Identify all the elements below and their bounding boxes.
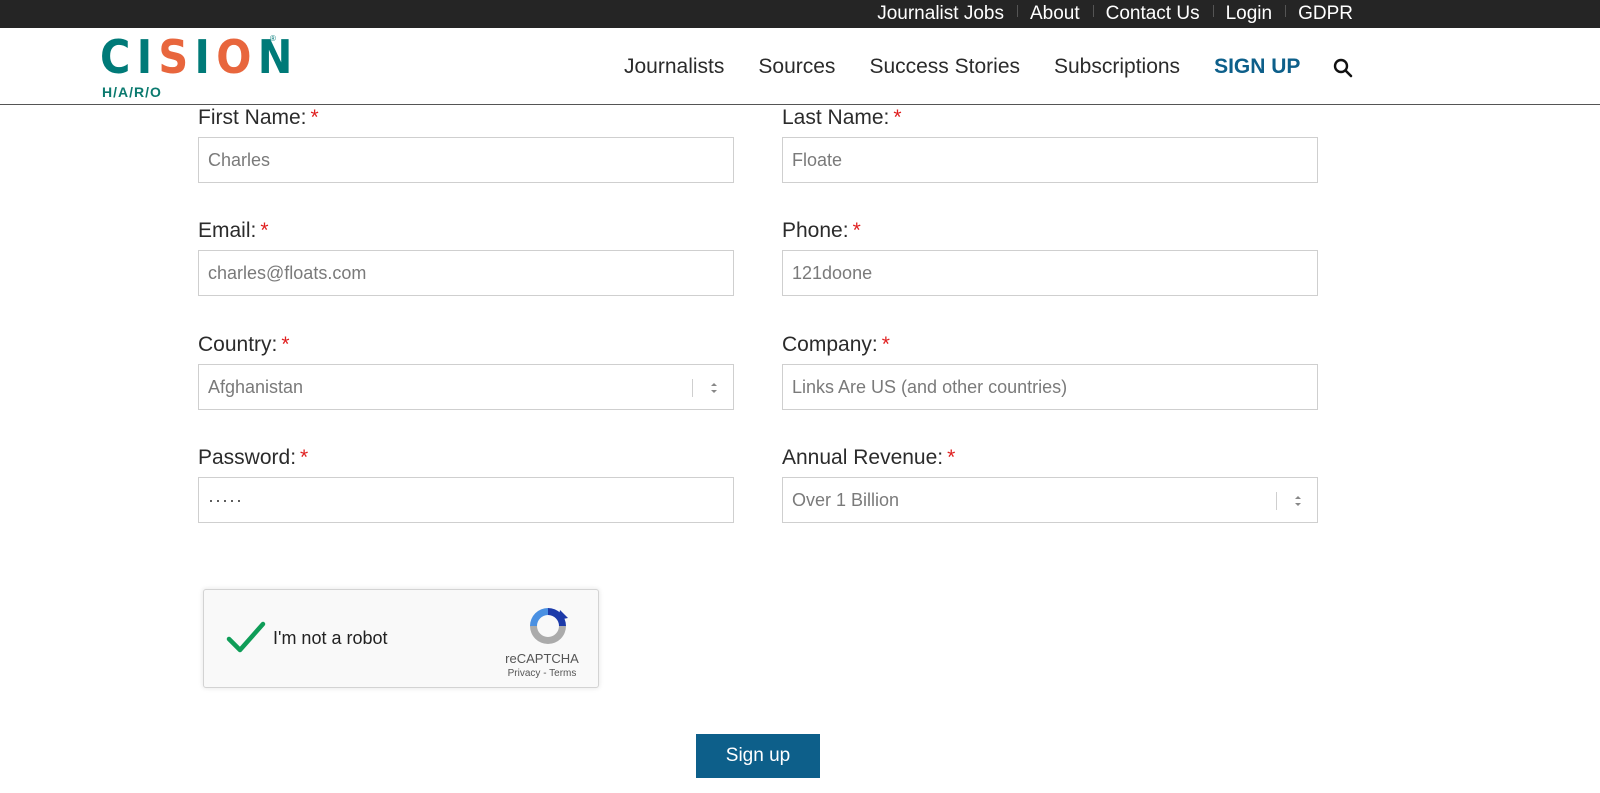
required-mark: * bbox=[300, 446, 309, 469]
cision-haro-logo[interactable]: CISION ® H/A/R/O bbox=[100, 32, 292, 102]
required-mark: * bbox=[881, 333, 890, 356]
company-label-text: Company: bbox=[782, 333, 878, 356]
required-mark: * bbox=[852, 219, 861, 242]
company-value: Links Are US (and other countries) bbox=[792, 376, 1068, 397]
email-value: charles@floats.com bbox=[208, 262, 367, 283]
recaptcha-privacy-terms[interactable]: Privacy - Terms bbox=[500, 668, 584, 679]
nav-item-sources[interactable]: Sources bbox=[758, 55, 835, 79]
logo-wordmark: CISION bbox=[100, 30, 299, 84]
select-arrows-icon bbox=[709, 379, 719, 397]
required-mark: * bbox=[310, 106, 319, 129]
first-name-label-text: First Name: bbox=[198, 106, 307, 129]
first-name-input[interactable]: Charles bbox=[198, 137, 734, 183]
checkmark-icon[interactable] bbox=[226, 620, 266, 656]
email-label-text: Email: bbox=[198, 219, 257, 242]
country-value: Afghanistan bbox=[208, 376, 304, 397]
phone-label-text: Phone: bbox=[782, 219, 849, 242]
sign-up-button[interactable]: Sign up bbox=[696, 734, 820, 778]
email-field[interactable]: charles@floats.com bbox=[198, 250, 734, 296]
logo-registered-mark: ® bbox=[270, 34, 276, 43]
last-name-label-text: Last Name: bbox=[782, 106, 890, 129]
last-name-label: Last Name: * bbox=[782, 106, 902, 130]
recaptcha-label: I'm not a robot bbox=[273, 628, 388, 648]
select-divider bbox=[692, 379, 693, 397]
topbar-link-contact-us[interactable]: Contact Us bbox=[1092, 0, 1213, 28]
country-select[interactable]: Afghanistan bbox=[198, 364, 734, 410]
password-field[interactable]: ····· bbox=[198, 477, 734, 523]
select-divider bbox=[1276, 492, 1277, 510]
email-label: Email: * bbox=[198, 219, 269, 243]
nav-item-success-stories[interactable]: Success Stories bbox=[869, 55, 1020, 79]
country-label-text: Country: bbox=[198, 333, 278, 356]
last-name-value: Floate bbox=[792, 149, 843, 170]
recaptcha-brand: reCAPTCHA bbox=[505, 651, 579, 666]
last-name-input[interactable]: Floate bbox=[782, 137, 1318, 183]
logo-subbrand: H/A/R/O bbox=[102, 84, 162, 100]
required-mark: * bbox=[260, 219, 269, 242]
recaptcha-logo-icon bbox=[526, 604, 570, 648]
phone-label: Phone: * bbox=[782, 219, 861, 243]
company-field[interactable]: Links Are US (and other countries) bbox=[782, 364, 1318, 410]
nav-item-journalists[interactable]: Journalists bbox=[624, 55, 724, 79]
top-utility-links: Journalist Jobs About Contact Us Login G… bbox=[864, 0, 1366, 28]
phone-value: 121doone bbox=[792, 262, 873, 283]
topbar-link-journalist-jobs[interactable]: Journalist Jobs bbox=[864, 0, 1017, 28]
required-mark: * bbox=[893, 106, 902, 129]
search-icon[interactable] bbox=[1332, 57, 1354, 79]
annual-revenue-label-text: Annual Revenue: bbox=[782, 446, 944, 469]
company-label: Company: * bbox=[782, 333, 890, 357]
password-label: Password: * bbox=[198, 446, 308, 470]
main-nav: Journalists Sources Success Stories Subs… bbox=[624, 28, 1354, 105]
nav-signup-link[interactable]: SIGN UP bbox=[1214, 55, 1300, 79]
annual-revenue-label: Annual Revenue: * bbox=[782, 446, 955, 470]
select-arrows-icon bbox=[1293, 492, 1303, 510]
annual-revenue-select[interactable]: Over 1 Billion bbox=[782, 477, 1318, 523]
password-value: ····· bbox=[208, 489, 243, 510]
nav-item-subscriptions[interactable]: Subscriptions bbox=[1054, 55, 1180, 79]
topbar-link-about[interactable]: About bbox=[1016, 0, 1093, 28]
phone-field[interactable]: 121doone bbox=[782, 250, 1318, 296]
first-name-value: Charles bbox=[208, 149, 271, 170]
topbar-link-gdpr[interactable]: GDPR bbox=[1285, 0, 1366, 28]
first-name-label: First Name: * bbox=[198, 106, 319, 130]
recaptcha-widget: I'm not a robot reCAPTCHA Privacy - Term… bbox=[203, 589, 599, 688]
country-label: Country: * bbox=[198, 333, 290, 357]
annual-revenue-value: Over 1 Billion bbox=[792, 489, 900, 510]
top-utility-bar: Journalist Jobs About Contact Us Login G… bbox=[0, 0, 1600, 28]
topbar-link-login[interactable]: Login bbox=[1212, 0, 1286, 28]
password-label-text: Password: bbox=[198, 446, 297, 469]
site-header: CISION ® H/A/R/O Journalists Sources Suc… bbox=[0, 28, 1600, 105]
required-mark: * bbox=[947, 446, 956, 469]
required-mark: * bbox=[281, 333, 290, 356]
